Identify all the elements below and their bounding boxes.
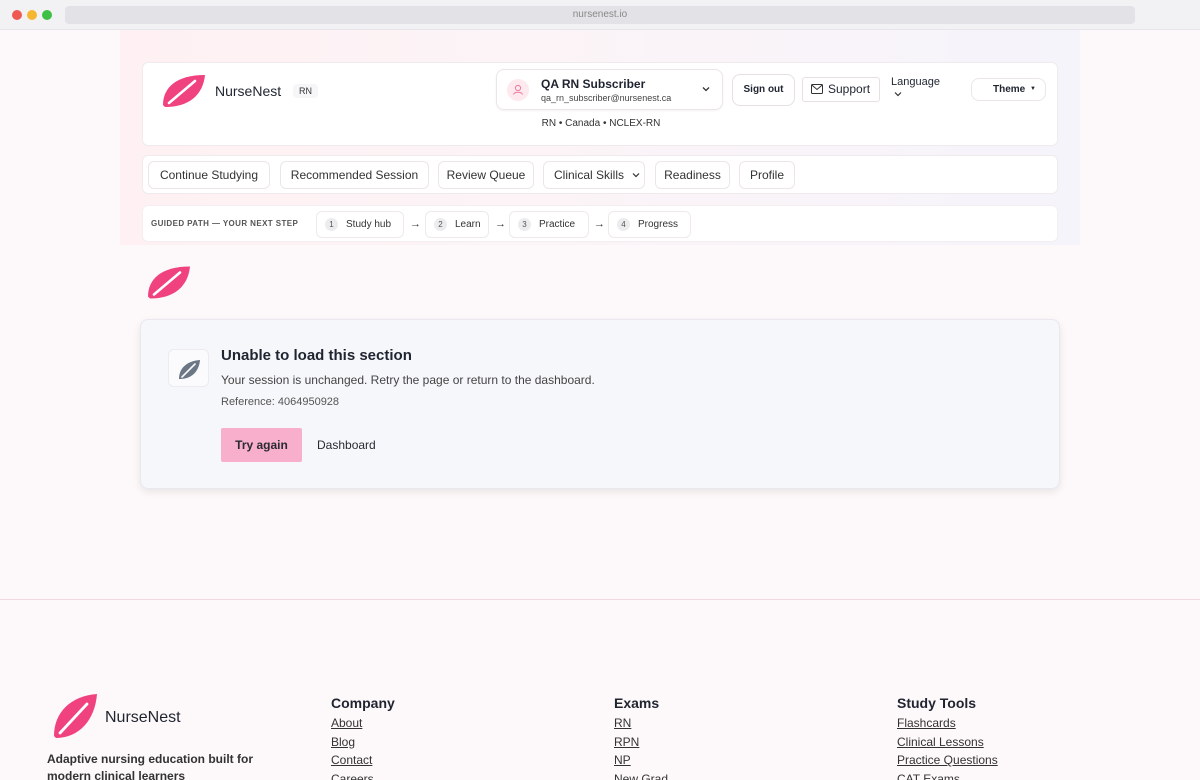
footer-link-clinical-lessons[interactable]: Clinical Lessons xyxy=(897,733,998,752)
step-number: 2 xyxy=(434,218,447,231)
user-menu-button[interactable]: QA RN Subscriber qa_rn_subscriber@nursen… xyxy=(496,69,723,110)
leaf-icon xyxy=(168,349,209,387)
nav-continue-studying[interactable]: Continue Studying xyxy=(148,161,270,189)
step-label: Progress xyxy=(638,219,679,230)
footer-link-rpn[interactable]: RPN xyxy=(614,733,668,752)
theme-button[interactable]: Theme ▼ xyxy=(971,78,1046,101)
nav-clinical-skills-label: Clinical Skills xyxy=(554,168,625,182)
step-practice[interactable]: 3 Practice xyxy=(509,211,589,238)
footer-column-exams: Exams RN RPN NP New Grad xyxy=(614,695,668,780)
language-select[interactable]: Language xyxy=(891,76,940,98)
user-email: qa_rn_subscriber@nursenest.ca xyxy=(541,93,672,103)
arrow-right-icon: → xyxy=(594,218,605,230)
step-number: 1 xyxy=(325,218,338,231)
app-header: NurseNest RN QA RN Subscriber qa_rn_subs… xyxy=(142,62,1058,146)
error-message: Your session is unchanged. Retry the pag… xyxy=(221,373,595,387)
error-title: Unable to load this section xyxy=(221,347,412,364)
guided-path-label: GUIDED PATH — YOUR NEXT STEP xyxy=(151,219,299,228)
user-name: QA RN Subscriber xyxy=(541,77,646,91)
chevron-down-icon xyxy=(702,87,710,92)
sign-out-button[interactable]: Sign out xyxy=(732,74,795,106)
arrow-right-icon: → xyxy=(410,218,421,230)
nav-profile[interactable]: Profile xyxy=(739,161,795,189)
main-nav: Continue Studying Recommended Session Re… xyxy=(142,155,1058,194)
exam-context: RN • Canada • NCLEX-RN xyxy=(541,118,661,129)
step-number: 4 xyxy=(617,218,630,231)
minimize-window-button[interactable] xyxy=(27,10,37,20)
support-button[interactable]: Support xyxy=(802,77,880,102)
nav-readiness[interactable]: Readiness xyxy=(655,161,730,189)
footer-link-flashcards[interactable]: Flashcards xyxy=(897,714,998,733)
footer-column-study-tools: Study Tools Flashcards Clinical Lessons … xyxy=(897,695,998,780)
footer-link-rn[interactable]: RN xyxy=(614,714,668,733)
nav-clinical-skills[interactable]: Clinical Skills xyxy=(543,161,645,189)
maximize-window-button[interactable] xyxy=(42,10,52,20)
footer-link-contact[interactable]: Contact xyxy=(331,751,395,770)
nav-review-queue[interactable]: Review Queue xyxy=(438,161,534,189)
user-icon xyxy=(507,79,529,101)
footer-link-np[interactable]: NP xyxy=(614,751,668,770)
footer-divider xyxy=(0,599,1200,600)
nav-recommended-session[interactable]: Recommended Session xyxy=(280,161,429,189)
guided-path: GUIDED PATH — YOUR NEXT STEP 1 Study hub… xyxy=(142,205,1058,242)
step-learn[interactable]: 2 Learn xyxy=(425,211,489,238)
nursenest-logo-icon[interactable] xyxy=(51,692,99,740)
mail-icon xyxy=(811,84,823,94)
footer-link-careers[interactable]: Careers xyxy=(331,770,395,780)
error-reference: Reference: 4064950928 xyxy=(221,396,340,408)
close-window-button[interactable] xyxy=(12,10,22,20)
level-badge: RN xyxy=(293,84,318,98)
theme-label: Theme xyxy=(993,84,1026,95)
footer-brand[interactable]: NurseNest xyxy=(105,709,181,727)
footer-link-new-grad[interactable]: New Grad xyxy=(614,770,668,780)
footer-tagline: Adaptive nursing education built for mod… xyxy=(47,752,254,780)
step-label: Practice xyxy=(539,219,576,230)
step-label: Study hub xyxy=(346,219,392,230)
brand-name[interactable]: NurseNest xyxy=(215,83,281,99)
browser-chrome: nursenest.io xyxy=(0,0,1200,30)
nursenest-logo-icon xyxy=(148,266,190,299)
footer-link-blog[interactable]: Blog xyxy=(331,733,395,752)
step-study-hub[interactable]: 1 Study hub xyxy=(316,211,404,238)
footer-column-title: Company xyxy=(331,695,395,711)
footer-column-company: Company About Blog Contact Careers xyxy=(331,695,395,780)
language-label: Language xyxy=(891,76,940,88)
chevron-down-icon xyxy=(894,92,902,97)
step-label: Learn xyxy=(455,219,481,230)
footer-link-practice-questions[interactable]: Practice Questions xyxy=(897,751,998,770)
footer-column-title: Exams xyxy=(614,695,660,711)
footer-column-title: Study Tools xyxy=(897,695,977,711)
error-panel: Unable to load this section Your session… xyxy=(140,319,1060,489)
support-label: Support xyxy=(828,82,871,96)
dashboard-link[interactable]: Dashboard xyxy=(317,438,376,452)
address-bar[interactable]: nursenest.io xyxy=(65,6,1135,24)
footer-link-cat-exams[interactable]: CAT Exams xyxy=(897,770,998,780)
arrow-right-icon: → xyxy=(495,218,506,230)
step-number: 3 xyxy=(518,218,531,231)
caret-down-icon: ▼ xyxy=(1030,86,1036,92)
chevron-down-icon xyxy=(632,173,640,178)
footer-link-about[interactable]: About xyxy=(331,714,395,733)
nursenest-logo-icon[interactable] xyxy=(161,73,207,109)
step-progress[interactable]: 4 Progress xyxy=(608,211,691,238)
try-again-button[interactable]: Try again xyxy=(221,428,302,462)
